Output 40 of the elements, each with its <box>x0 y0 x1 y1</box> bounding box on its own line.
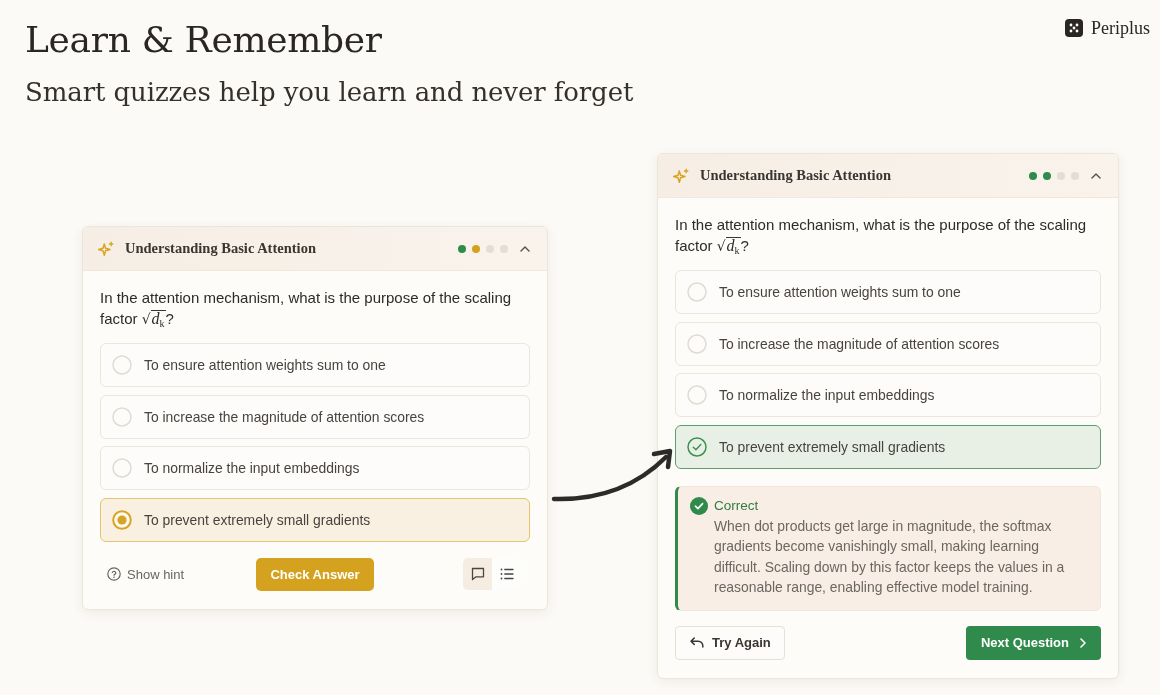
view-toggle-button[interactable] <box>463 558 492 590</box>
answer-option[interactable]: To normalize the input embeddings <box>100 446 530 490</box>
chevron-right-icon <box>1080 637 1086 648</box>
feedback-text: When dot products get large in magnitude, the softmax gradients become vanishingly small, making learning difficult. Scaling down by this factor keeps the values in a reasonable range, enabling effective model training. <box>714 516 1066 597</box>
try-again-button[interactable]: Try Again <box>675 625 785 660</box>
list-icon <box>499 567 514 581</box>
radio-icon <box>687 282 707 302</box>
answer-option[interactable]: To increase the magnitude of attention scores <box>675 321 1101 366</box>
page-title: Learn & Remember <box>25 18 383 62</box>
sparkle-icon <box>98 240 114 257</box>
chevron-up-icon[interactable] <box>1091 172 1101 179</box>
answer-option[interactable]: To increase the magnitude of attention scores <box>100 394 530 439</box>
check-circle-icon <box>690 496 708 515</box>
radio-selected-icon <box>112 509 132 530</box>
radio-icon <box>687 385 707 405</box>
sparkle-icon <box>673 167 689 184</box>
question-text: In the attention mechanism, what is the purpose of the scaling factor √d$_{k}$? <box>675 215 1088 256</box>
card-title: Understanding Basic Attention <box>125 240 316 257</box>
logo-icon <box>1065 19 1083 37</box>
radio-icon <box>112 458 132 478</box>
answer-option[interactable]: To prevent extremely small gradients <box>675 424 1101 469</box>
check-circle-icon <box>687 436 707 457</box>
question-text: In the attention mechanism, what is the purpose of the scaling factor √d$_{k}$? <box>100 288 513 329</box>
answer-option[interactable]: To ensure attention weights sum to one <box>100 343 530 387</box>
help-circle-icon <box>107 567 121 581</box>
next-question-button[interactable]: Next Question <box>965 625 1101 660</box>
chevron-up-icon[interactable] <box>520 245 530 252</box>
radio-icon <box>687 333 707 354</box>
answer-option[interactable]: To prevent extremely small gradients <box>100 497 530 542</box>
answer-option[interactable]: To ensure attention weights sum to one <box>675 270 1101 314</box>
undo-icon <box>690 637 704 648</box>
card-title: Understanding Basic Attention <box>700 167 891 184</box>
speech-bubble-icon <box>470 567 485 581</box>
answer-option[interactable]: To normalize the input embeddings <box>675 373 1101 417</box>
brand-name: Periplus <box>1091 17 1150 39</box>
radio-icon <box>112 406 132 427</box>
feedback-title: Correct <box>714 496 760 515</box>
show-hint-button[interactable]: Show hint <box>100 560 192 588</box>
page-subtitle: Smart quizzes help you learn and never forget <box>25 76 634 109</box>
radio-icon <box>112 355 132 375</box>
